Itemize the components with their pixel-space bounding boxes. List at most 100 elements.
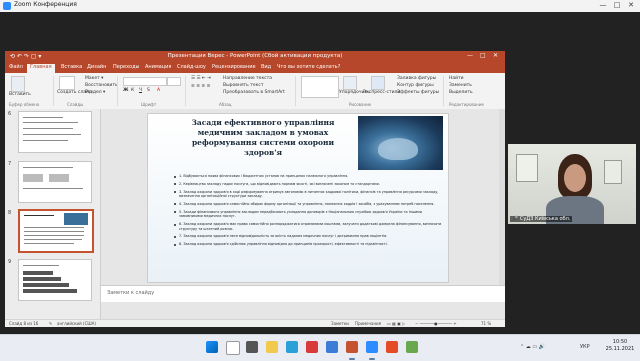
slide-bullet: 3. Заклад охорони здоров'я в ході реформ… [174,190,442,199]
powerpoint-icon[interactable] [346,341,358,353]
text-direction-button[interactable]: Направление текста [223,76,272,81]
tab-design[interactable]: Дизайн [87,64,106,70]
strikethrough-button[interactable]: S [147,88,150,93]
ppt-statusbar: Слайд 8 из 16 ✎ английский (США) Заметки… [5,319,505,327]
clock-time: 10:50 [612,339,628,345]
slide-title: Засади ефективного управління медичним з… [191,118,335,157]
align-text-button[interactable]: Выровнять текст [223,83,263,88]
paste-icon[interactable] [11,76,25,92]
slide-thumbnail[interactable] [18,259,92,301]
participant-name: 🎤 СуДЗ Київська обл. [510,216,573,222]
slide-counter: Слайд 8 из 16 [9,321,39,326]
paste-button[interactable]: Вставить [9,92,31,97]
participant-video[interactable]: 🎤 СуДЗ Київська обл. [508,144,636,224]
comments-toggle[interactable]: Примечания [355,321,381,326]
slide-thumbnail[interactable] [18,111,92,153]
underline-button[interactable]: Ч [139,88,142,93]
close-button[interactable]: ✕ [624,1,638,9]
notes-placeholder: Заметки к слайду [107,290,155,296]
tray-icons[interactable]: ⌃ ☁ ▭ 🔊 [520,344,545,350]
slide-illustration [358,116,443,170]
section-button[interactable]: Раздел ▾ [85,90,105,95]
zoom-window-title: Zoom Конференция [14,1,77,8]
app-icon[interactable] [306,341,318,353]
slide-bullet: 5. Засади фінансового управління закладо… [174,210,442,219]
slide-bullet: 8. Заклад охорони здоров'я здійснює упра… [174,242,442,247]
slide-bullet-list: 1. Відбувається поява фінансових і бюдже… [174,174,442,250]
tab-insert[interactable]: Вставка [61,64,82,70]
start-icon[interactable] [206,341,218,353]
quick-styles-button[interactable]: Экспресс-стили [363,90,400,95]
bold-button[interactable]: Ж [123,88,129,93]
slide-bullet: 7. Заклад охорони здоров'я несе відповід… [174,234,442,239]
quick-styles-icon[interactable] [371,76,385,90]
reset-button[interactable]: Восстановить [85,83,118,88]
tab-home[interactable]: Главная [27,64,55,73]
participant-face [564,164,586,192]
bullets-button[interactable]: ☰ ☰ ⇤ ⇥ [191,76,211,81]
thumb-number: 8 [8,210,12,216]
view-buttons[interactable]: ▭ ▦ ▣ ▷ [387,321,405,326]
wall-picture [604,160,622,184]
vertical-scrollbar[interactable] [499,109,505,285]
new-slide-icon[interactable] [59,76,75,90]
language-indicator[interactable]: английский (США) [57,321,96,326]
chrome-icon[interactable] [386,341,398,353]
notes-toggle[interactable]: Заметки [331,321,349,326]
minimize-button[interactable]: — [596,1,610,9]
notes-pane[interactable]: Заметки к слайду [101,285,505,302]
clock-date: 25.11.2021 [605,346,635,352]
shape-outline-button[interactable]: Контур фигуры [397,83,434,88]
task-view-icon[interactable] [246,341,258,353]
maximize-button[interactable]: □ [610,1,624,9]
font-size-select[interactable] [167,77,181,86]
replace-button[interactable]: Заменить [449,83,472,88]
italic-button[interactable]: К [131,88,134,93]
shape-fill-button[interactable]: Заливка фигуры [397,76,436,81]
ppt-maximize-icon[interactable]: □ [480,52,486,59]
group-paragraph: Абзац [219,102,232,107]
find-button[interactable]: Найти [449,76,464,81]
slide-thumbnail-selected[interactable] [18,209,94,253]
slide-editing-area: Засади ефективного управління медичним з… [101,109,505,285]
layout-button[interactable]: Макет ▾ [85,76,103,81]
edge-icon[interactable] [286,341,298,353]
search-icon[interactable] [226,341,240,355]
align-buttons[interactable]: ≡ ≡ ≡ ≡ [191,84,210,89]
tab-slideshow[interactable]: Слайд-шоу [177,64,206,70]
shapes-gallery[interactable] [301,76,339,98]
slide-bullet: 1. Відбувається поява фінансових і бюдже… [174,174,442,179]
current-slide[interactable]: Засади ефективного управління медичним з… [147,113,449,283]
system-clock[interactable]: 10:50 25.11.2021 [602,339,638,353]
app-icon[interactable] [406,341,418,353]
zoom-app-icon[interactable] [366,341,378,353]
zoom-slider[interactable]: − ──────●────── + [415,321,457,326]
group-font: Шрифт [141,102,157,107]
mic-icon: 🎤 [512,216,520,222]
font-color-button[interactable]: A [157,88,160,93]
smartart-button[interactable]: Преобразовать в SmartArt [223,90,285,95]
group-drawing: Рисование [349,102,372,107]
ppt-titlebar: ⟲ ↶ ↷ ▢ ▾ Презентация Верес - PowerPoint… [5,51,505,63]
slide-bullet: 2. Керівництво закладу надає послуги, що… [174,182,442,187]
store-icon[interactable] [326,341,338,353]
select-button[interactable]: Выделить [449,90,473,95]
thumb-number: 6 [8,111,12,117]
arrange-icon[interactable] [343,76,357,90]
spellcheck-icon[interactable]: ✎ [49,321,52,326]
shape-effects-button[interactable]: Эффекты фигуры [397,90,439,95]
tab-view[interactable]: Вид [261,64,271,70]
slide-bullet: 4. Заклад охорони здоров'я самостійно об… [174,202,442,207]
file-explorer-icon[interactable] [266,341,278,353]
tell-me-search[interactable]: Что вы хотите сделать? [277,64,340,70]
tab-review[interactable]: Рецензирование [212,64,256,70]
font-name-select[interactable] [123,77,167,86]
ppt-minimize-icon[interactable]: — [467,52,473,59]
tab-file[interactable]: Файл [9,64,23,70]
slide-thumbnail[interactable] [18,161,92,203]
keyboard-language[interactable]: УКР [580,344,590,350]
tab-transitions[interactable]: Переходы [113,64,140,70]
zoom-percent[interactable]: 71 % [481,321,491,326]
tab-animations[interactable]: Анимация [145,64,171,70]
ppt-close-icon[interactable]: ✕ [493,52,498,59]
